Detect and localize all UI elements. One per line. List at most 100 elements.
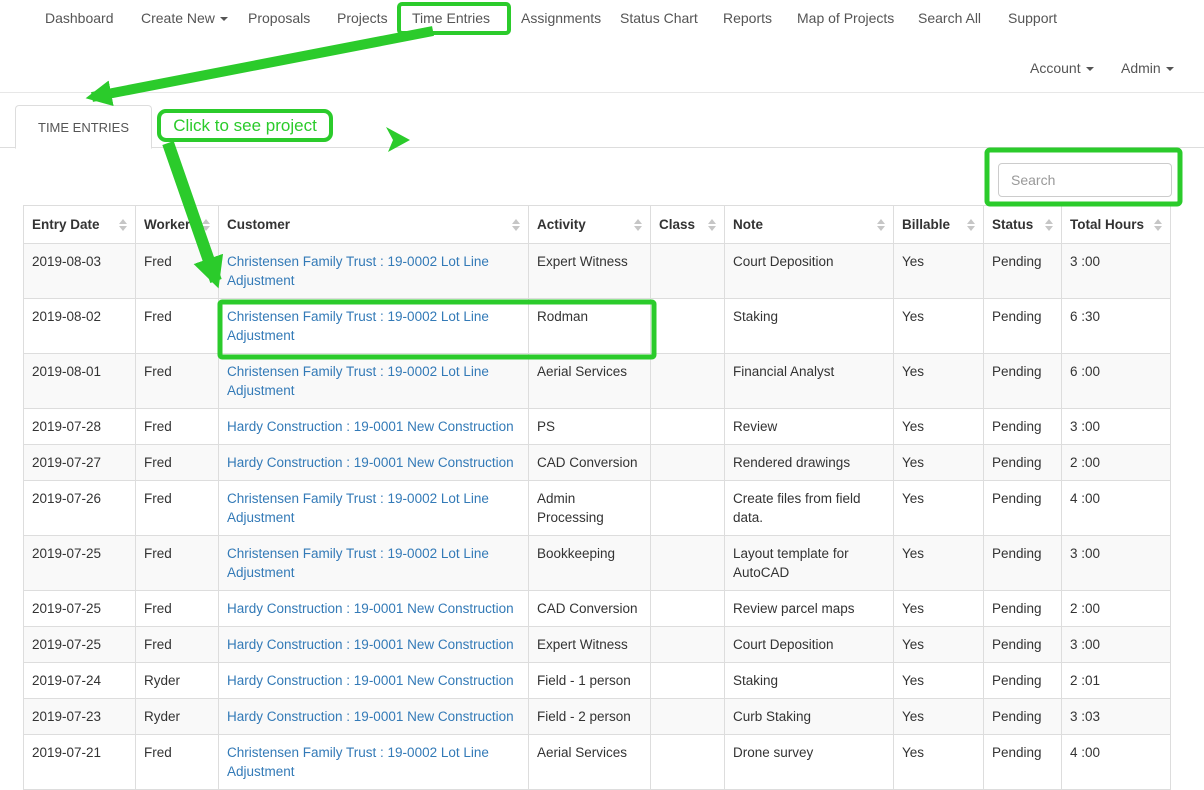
customer-link[interactable]: Christensen Family Trust : 19-0002 Lot L… <box>227 491 489 525</box>
column-header-note[interactable]: Note <box>724 205 894 244</box>
cell-total-hours: 2 :00 <box>1061 590 1171 627</box>
cell-status: Pending <box>983 698 1062 735</box>
nav-item-reports[interactable]: Reports <box>723 10 772 26</box>
cell-note: Financial Analyst <box>724 353 894 409</box>
column-header-activity[interactable]: Activity <box>528 205 651 244</box>
cell-total-hours: 3 :03 <box>1061 698 1171 735</box>
cell-billable: Yes <box>893 698 984 735</box>
account-menu[interactable]: Account <box>1030 60 1094 76</box>
cell-billable: Yes <box>893 480 984 536</box>
column-header-total-hours[interactable]: Total Hours <box>1061 205 1171 244</box>
time-entries-table: Entry Date Worker Customer Activity Class Not… <box>23 205 1171 790</box>
search-input[interactable] <box>998 163 1172 197</box>
customer-link[interactable]: Hardy Construction : 19-0001 New Constru… <box>227 673 514 688</box>
cell-note: Staking <box>724 662 894 699</box>
cell-worker: Fred <box>135 353 219 409</box>
cell-total-hours: 3 :00 <box>1061 626 1171 663</box>
column-header-worker[interactable]: Worker <box>135 205 219 244</box>
cell-activity: Expert Witness <box>528 243 651 299</box>
cell-note: Court Deposition <box>724 626 894 663</box>
column-header-class[interactable]: Class <box>650 205 725 244</box>
cell-note: Court Deposition <box>724 243 894 299</box>
cell-class <box>650 353 725 409</box>
cell-class <box>650 734 725 790</box>
column-header-customer[interactable]: Customer <box>218 205 529 244</box>
cell-activity: CAD Conversion <box>528 590 651 627</box>
cell-note: Staking <box>724 298 894 354</box>
cell-class <box>650 243 725 299</box>
table-header: Entry Date Worker Customer Activity Class Not… <box>23 205 1171 244</box>
cell-customer: Hardy Construction : 19-0001 New Constru… <box>218 698 529 735</box>
cell-entry-date: 2019-07-23 <box>23 698 136 735</box>
customer-link[interactable]: Hardy Construction : 19-0001 New Constru… <box>227 455 514 470</box>
table-row: 2019-07-23 Ryder Hardy Construction : 19-0… <box>23 698 1171 735</box>
table-row: 2019-08-02 Fred Christensen Family Trust :… <box>23 298 1171 354</box>
cell-worker: Fred <box>135 408 219 445</box>
cell-status: Pending <box>983 444 1062 481</box>
sort-icon <box>708 218 716 231</box>
cell-status: Pending <box>983 535 1062 591</box>
column-header-label: Total Hours <box>1070 217 1144 232</box>
cell-billable: Yes <box>893 353 984 409</box>
nav-item-search-all[interactable]: Search All <box>918 10 981 26</box>
table-row: 2019-07-21 Fred Christensen Family Trust :… <box>23 734 1171 790</box>
nav-item-status-chart[interactable]: Status Chart <box>620 10 698 26</box>
cell-customer: Hardy Construction : 19-0001 New Constru… <box>218 408 529 445</box>
table-row: 2019-07-26 Fred Christensen Family Trust :… <box>23 480 1171 536</box>
column-header-label: Customer <box>227 217 291 232</box>
nav-item-assignments[interactable]: Assignments <box>521 10 601 26</box>
annotation-click-to-see-project: Click to see project <box>157 109 333 142</box>
customer-link[interactable]: Christensen Family Trust : 19-0002 Lot L… <box>227 309 489 343</box>
column-header-label: Activity <box>537 217 586 232</box>
caret-down-icon <box>1165 67 1174 72</box>
sort-icon <box>877 218 885 231</box>
customer-link[interactable]: Hardy Construction : 19-0001 New Constru… <box>227 601 514 616</box>
caret-down-icon <box>1085 67 1094 72</box>
customer-link[interactable]: Christensen Family Trust : 19-0002 Lot L… <box>227 546 489 580</box>
cell-note: Review parcel maps <box>724 590 894 627</box>
nav-item-support[interactable]: Support <box>1008 10 1057 26</box>
sort-icon <box>119 218 127 231</box>
sort-icon <box>512 218 520 231</box>
sort-icon <box>1045 218 1053 231</box>
nav-item-time-entries[interactable]: Time Entries <box>412 10 490 26</box>
cell-class <box>650 298 725 354</box>
customer-link[interactable]: Hardy Construction : 19-0001 New Constru… <box>227 419 514 434</box>
cell-total-hours: 6 :00 <box>1061 353 1171 409</box>
cell-note: Layout template for AutoCAD <box>724 535 894 591</box>
cell-class <box>650 662 725 699</box>
column-header-entry-date[interactable]: Entry Date <box>23 205 136 244</box>
nav-item-map-of-projects[interactable]: Map of Projects <box>797 10 894 26</box>
column-header-label: Note <box>733 217 763 232</box>
customer-link[interactable]: Hardy Construction : 19-0001 New Constru… <box>227 709 514 724</box>
cell-billable: Yes <box>893 298 984 354</box>
nav-item-dashboard[interactable]: Dashboard <box>45 10 114 26</box>
nav-item-proposals[interactable]: Proposals <box>248 10 310 26</box>
cell-total-hours: 4 :00 <box>1061 734 1171 790</box>
table-row: 2019-07-25 Fred Hardy Construction : 19-00… <box>23 626 1171 663</box>
cell-status: Pending <box>983 626 1062 663</box>
table-row: 2019-07-25 Fred Christensen Family Trust :… <box>23 535 1171 591</box>
cell-total-hours: 3 :00 <box>1061 535 1171 591</box>
cell-worker: Fred <box>135 535 219 591</box>
customer-link[interactable]: Christensen Family Trust : 19-0002 Lot L… <box>227 254 489 288</box>
column-header-status[interactable]: Status <box>983 205 1062 244</box>
cell-billable: Yes <box>893 662 984 699</box>
customer-link[interactable]: Christensen Family Trust : 19-0002 Lot L… <box>227 364 489 398</box>
cell-note: Review <box>724 408 894 445</box>
tab-time-entries[interactable]: TIME ENTRIES <box>15 105 153 149</box>
cell-customer: Hardy Construction : 19-0001 New Constru… <box>218 662 529 699</box>
nav-item-create-new[interactable]: Create New <box>141 10 228 26</box>
cell-status: Pending <box>983 408 1062 445</box>
customer-link[interactable]: Christensen Family Trust : 19-0002 Lot L… <box>227 745 489 779</box>
admin-menu[interactable]: Admin <box>1121 60 1174 76</box>
cell-status: Pending <box>983 298 1062 354</box>
tab-bar-divider <box>0 147 1204 148</box>
nav-item-projects[interactable]: Projects <box>337 10 388 26</box>
cell-worker: Ryder <box>135 662 219 699</box>
column-header-billable[interactable]: Billable <box>893 205 984 244</box>
column-header-label: Class <box>659 217 696 232</box>
cell-entry-date: 2019-07-27 <box>23 444 136 481</box>
cell-activity: CAD Conversion <box>528 444 651 481</box>
customer-link[interactable]: Hardy Construction : 19-0001 New Constru… <box>227 637 514 652</box>
